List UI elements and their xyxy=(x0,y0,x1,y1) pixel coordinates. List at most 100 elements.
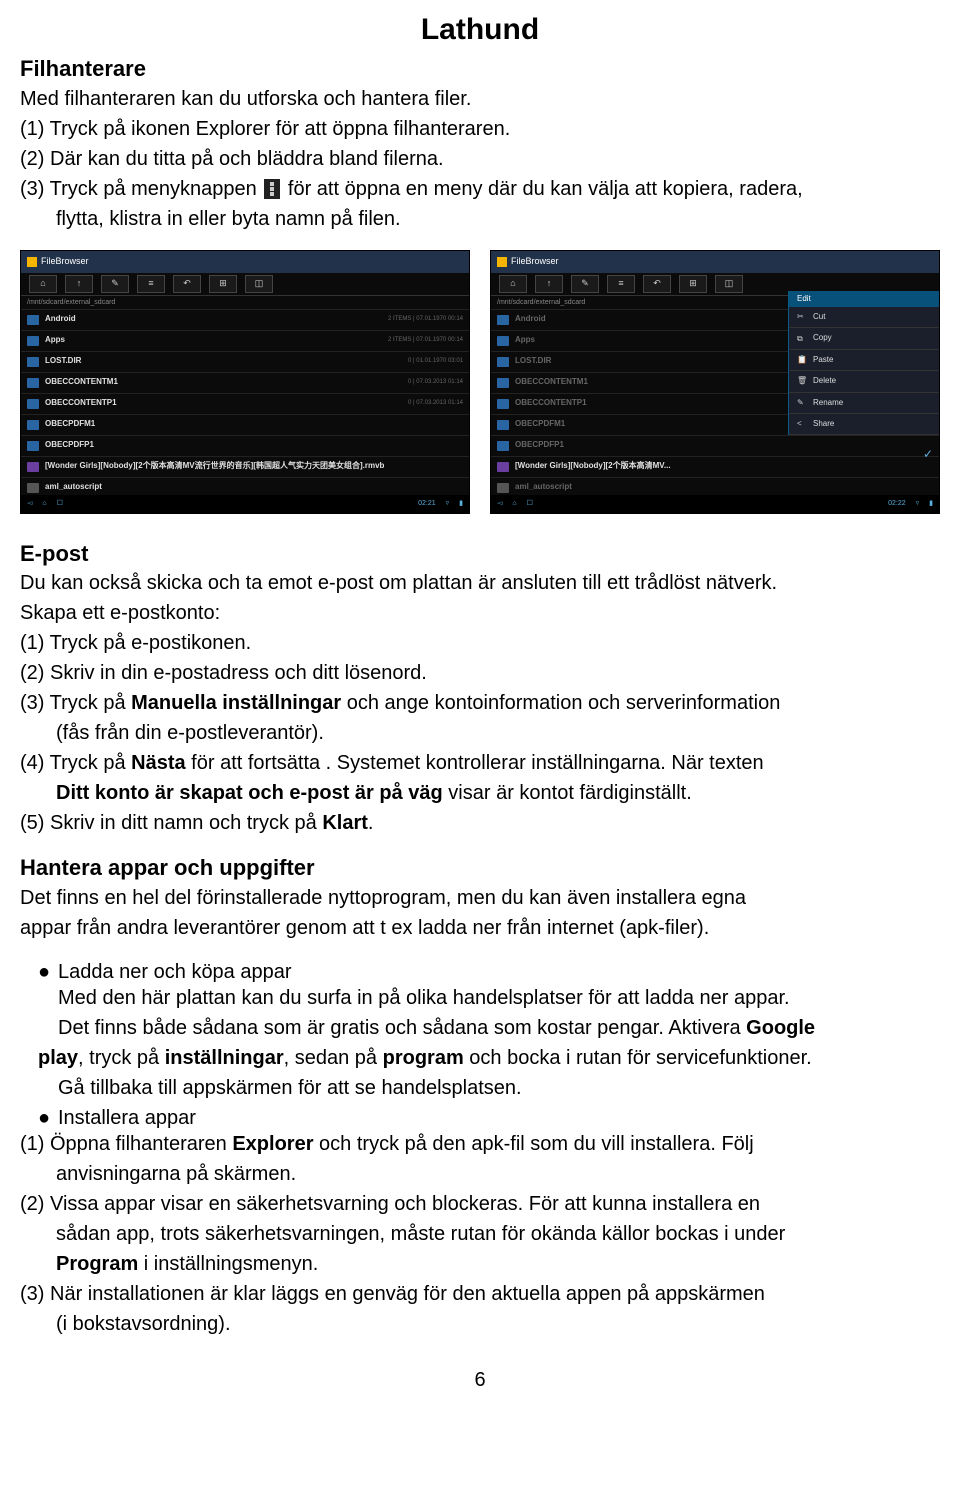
hantera-intro2: appar från andra leverantörer genom att … xyxy=(20,915,940,941)
b1-l3c: inställningar xyxy=(165,1047,284,1069)
b2-s1a: (1) Öppna filhanteraren xyxy=(20,1133,232,1155)
file-row[interactable]: OBECPDFP1 xyxy=(491,436,939,457)
b2-s2d: i inställningsmenyn. xyxy=(138,1253,318,1275)
b1-l3e: program xyxy=(383,1047,464,1069)
b2-s1b: Explorer xyxy=(232,1133,313,1155)
screenshot-right: FileBrowser ⌂ ↑ ✎ ≡ ↶ ⊞ ◫ /mnt/sdcard/ex… xyxy=(490,250,940,514)
edit-icon[interactable]: ✎ xyxy=(101,275,129,293)
right-time: 02:22 xyxy=(888,499,906,508)
file-row[interactable]: OBECPDFP1 xyxy=(21,436,469,457)
file-row[interactable]: Android2 ITEMS | 07.01.1970 00:14 xyxy=(21,310,469,331)
fil-step3-c: flytta, klistra in eller byta namn på fi… xyxy=(20,206,940,232)
home-nav-icon[interactable]: ⌂ xyxy=(512,499,516,508)
epost-s4c: för att fortsätta . Systemet kontrollera… xyxy=(186,752,764,774)
back-nav-icon[interactable]: ◅ xyxy=(27,499,32,508)
epost-s5: (5) Skriv in ditt namn och tryck på Klar… xyxy=(20,810,940,836)
hantera-intro1: Det finns en hel del förinstallerade nyt… xyxy=(20,885,940,911)
b2-s2c: Program xyxy=(56,1253,138,1275)
file-row[interactable]: Apps2 ITEMS | 07.01.1970 00:14 xyxy=(21,331,469,352)
file-row[interactable]: OBECCONTENTP10 | 07.03.2013 01:14 xyxy=(21,394,469,415)
edit-rename[interactable]: ✎Rename xyxy=(789,393,939,414)
edit-menu-header: Edit xyxy=(789,291,939,307)
bullet-dot: ● xyxy=(38,1105,58,1131)
epost-s3a: (3) Tryck på xyxy=(20,692,131,714)
fil-step3: (3) Tryck på menyknappen för att öppna e… xyxy=(20,176,940,202)
edit-paste[interactable]: 📋Paste xyxy=(789,350,939,371)
thumb-icon[interactable]: ◫ xyxy=(245,275,273,293)
recent-nav-icon[interactable]: ☐ xyxy=(57,499,63,508)
b1-title: Ladda ner och köpa appar xyxy=(58,961,292,983)
epost-heading: E-post xyxy=(20,540,940,569)
epost-s4e: visar är kontot färdiginställt. xyxy=(443,782,692,804)
b1-l3f: och bocka i rutan för servicefunktioner. xyxy=(464,1047,812,1069)
b1-l3a: play xyxy=(38,1047,78,1069)
home-icon[interactable]: ⌂ xyxy=(29,275,57,293)
sort-icon[interactable]: ≡ xyxy=(137,275,165,293)
grid-icon[interactable]: ⊞ xyxy=(209,275,237,293)
b2-s1: (1) Öppna filhanteraren Explorer och try… xyxy=(20,1131,940,1157)
epost-s3: (3) Tryck på Manuella inställningar och … xyxy=(20,690,940,716)
left-navbar: ◅ ⌂ ☐ 02:21 ▿ ▮ xyxy=(21,495,469,513)
sort-icon[interactable]: ≡ xyxy=(607,275,635,293)
b1-l2b: Google xyxy=(746,1017,815,1039)
epost-s3b: Manuella inställningar xyxy=(131,692,341,714)
bullet-2: ● Installera appar xyxy=(20,1105,940,1131)
epost-s4-cont: Ditt konto är skapat och e-post är på vä… xyxy=(20,780,940,806)
left-appbar: FileBrowser xyxy=(21,251,469,273)
epost-s3c: och ange kontoinformation och serverinfo… xyxy=(341,692,780,714)
bullet-dot: ● xyxy=(38,959,58,985)
epost-s4: (4) Tryck på Nästa för att fortsätta . S… xyxy=(20,750,940,776)
check-icon: ✓ xyxy=(923,447,933,463)
edit-delete[interactable]: 🗑Delete xyxy=(789,371,939,392)
grid-icon[interactable]: ⊞ xyxy=(679,275,707,293)
file-row[interactable]: OBECPDFM1 xyxy=(21,415,469,436)
right-navbar: ◅ ⌂ ☐ 02:22 ▿ ▮ xyxy=(491,495,939,513)
wifi-icon: ▿ xyxy=(446,499,450,508)
screenshot-left: FileBrowser ⌂ ↑ ✎ ≡ ↶ ⊞ ◫ /mnt/sdcard/ex… xyxy=(20,250,470,514)
fil-intro: Med filhanteraren kan du utforska och ha… xyxy=(20,86,940,112)
edit-cut[interactable]: ✂Cut xyxy=(789,307,939,328)
up-icon[interactable]: ↑ xyxy=(65,275,93,293)
fil-step1: (1) Tryck på ikonen Explorer för att öpp… xyxy=(20,116,940,142)
epost-s5c: . xyxy=(368,812,374,834)
cut-icon: ✂ xyxy=(797,312,807,322)
edit-menu: Edit ✂Cut ⧉Copy 📋Paste 🗑Delete ✎Rename <… xyxy=(788,291,939,436)
epost-s4d: Ditt konto är skapat och e-post är på vä… xyxy=(56,782,443,804)
b1-l1: Med den här plattan kan du surfa in på o… xyxy=(58,985,940,1011)
b1-l4: Gå tillbaka till appskärmen för att se h… xyxy=(20,1075,940,1101)
left-app-title: FileBrowser xyxy=(41,256,89,268)
thumb-icon[interactable]: ◫ xyxy=(715,275,743,293)
file-row[interactable]: [Wonder Girls][Nobody][2个版本高清MV... xyxy=(491,457,939,478)
overflow-menu-icon xyxy=(264,179,280,199)
epost-sub: Skapa ett e-postkonto: xyxy=(20,600,940,626)
epost-s2: (2) Skriv in din e-postadress och ditt l… xyxy=(20,660,940,686)
back-nav-icon[interactable]: ◅ xyxy=(497,499,502,508)
up-icon[interactable]: ↑ xyxy=(535,275,563,293)
b2-title: Installera appar xyxy=(58,1107,196,1129)
battery-icon: ▮ xyxy=(459,499,463,508)
epost-intro: Du kan också skicka och ta emot e-post o… xyxy=(20,570,940,596)
file-row[interactable]: LOST.DIR0 | 01.01.1970 03:01 xyxy=(21,352,469,373)
epost-s3d: (fås från din e-postleverantör). xyxy=(20,720,940,746)
home-icon[interactable]: ⌂ xyxy=(499,275,527,293)
back-icon[interactable]: ↶ xyxy=(643,275,671,293)
file-row[interactable]: [Wonder Girls][Nobody][2个版本高清MV流行世界的音乐][… xyxy=(21,457,469,478)
bullet-1: ● Ladda ner och köpa appar Med den här p… xyxy=(20,959,940,1041)
edit-icon[interactable]: ✎ xyxy=(571,275,599,293)
edit-share[interactable]: <Share xyxy=(789,414,939,435)
back-icon[interactable]: ↶ xyxy=(173,275,201,293)
b1-l3: play, tryck på inställningar, sedan på p… xyxy=(20,1045,940,1071)
battery-icon: ▮ xyxy=(929,499,933,508)
recent-nav-icon[interactable]: ☐ xyxy=(527,499,533,508)
epost-s5b: Klart xyxy=(322,812,368,834)
right-appbar: FileBrowser xyxy=(491,251,939,273)
edit-copy[interactable]: ⧉Copy xyxy=(789,328,939,349)
page-title: Lathund xyxy=(20,10,940,49)
epost-s5a: (5) Skriv in ditt namn och tryck på xyxy=(20,812,322,834)
b1-l3b: , tryck på xyxy=(78,1047,165,1069)
copy-icon: ⧉ xyxy=(797,334,807,344)
filebrowser-icon xyxy=(27,257,37,267)
home-nav-icon[interactable]: ⌂ xyxy=(42,499,46,508)
b1-l3d: , sedan på xyxy=(284,1047,383,1069)
file-row[interactable]: OBECCONTENTM10 | 07.03.2013 01:14 xyxy=(21,373,469,394)
